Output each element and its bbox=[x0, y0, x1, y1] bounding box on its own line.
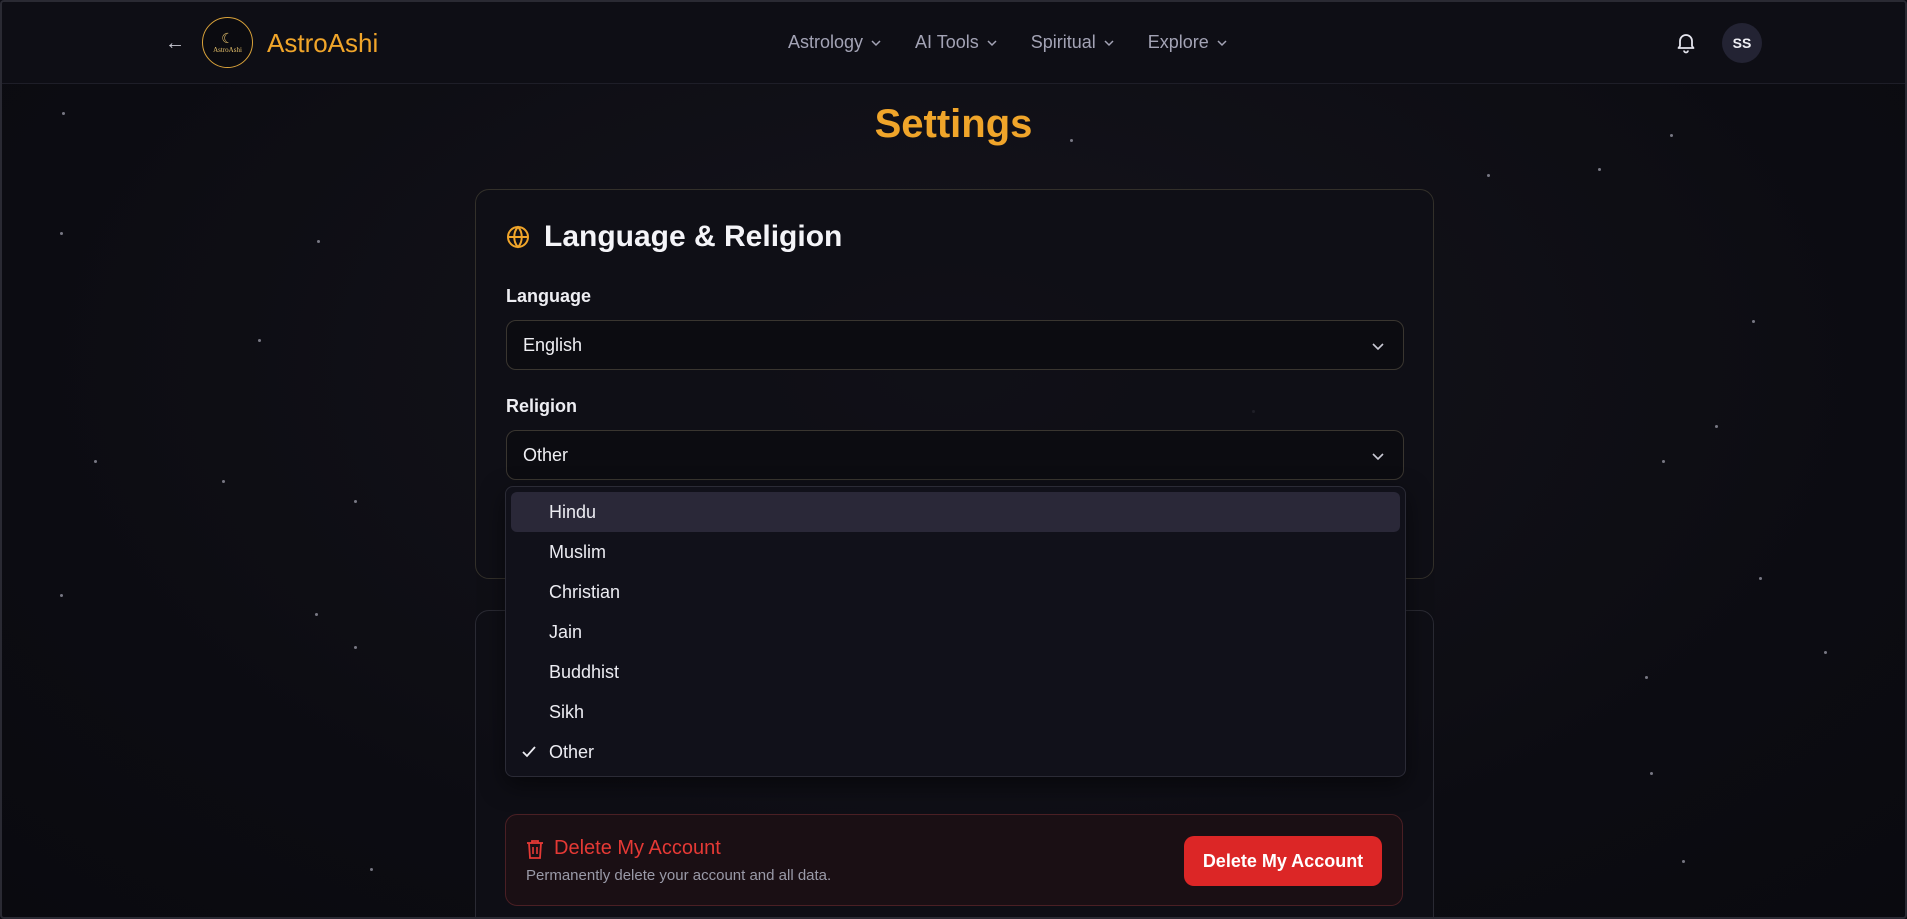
card-title-text: Language & Religion bbox=[544, 220, 843, 253]
religion-option-hindu[interactable]: Hindu bbox=[511, 492, 1400, 532]
nav-label: Spiritual bbox=[1030, 32, 1096, 52]
religion-option-jain[interactable]: Jain bbox=[511, 612, 1400, 652]
religion-select[interactable]: Other bbox=[506, 430, 1404, 480]
option-label: Muslim bbox=[549, 541, 606, 562]
trash-icon bbox=[527, 839, 543, 859]
page-title: Settings bbox=[874, 102, 1033, 146]
danger-title: Delete My Account bbox=[526, 837, 721, 860]
chevron-down-icon bbox=[1372, 453, 1384, 461]
nav-label: Explore bbox=[1147, 32, 1209, 52]
chevron-down-icon bbox=[987, 39, 997, 46]
danger-description: Permanently delete your account and all … bbox=[526, 867, 832, 884]
delete-account-section: Delete My Account Permanently delete you… bbox=[505, 814, 1403, 906]
moon-icon: ☾ bbox=[221, 29, 234, 46]
religion-option-christian[interactable]: Christian bbox=[511, 572, 1400, 612]
app-window: ← ☾ AstroAshi AstroAshi Astrology AI Too… bbox=[0, 0, 1907, 919]
option-label: Sikh bbox=[549, 701, 585, 722]
option-label: Other bbox=[549, 741, 595, 762]
delete-account-button[interactable]: Delete My Account bbox=[1184, 836, 1382, 886]
notification-bell-icon[interactable] bbox=[1674, 30, 1698, 54]
religion-label: Religion bbox=[506, 396, 577, 416]
globe-icon bbox=[507, 225, 529, 249]
nav-spiritual[interactable]: Spiritual bbox=[1031, 32, 1114, 53]
religion-option-sikh[interactable]: Sikh bbox=[511, 692, 1400, 732]
brand-name[interactable]: AstroAshi bbox=[267, 28, 378, 59]
logo-text: AstroAshi bbox=[213, 45, 242, 54]
top-navbar: ← ☾ AstroAshi AstroAshi Astrology AI Too… bbox=[2, 2, 1905, 84]
religion-option-muslim[interactable]: Muslim bbox=[511, 532, 1400, 572]
language-value: English bbox=[523, 334, 583, 355]
religion-value: Other bbox=[523, 444, 569, 465]
chevron-down-icon bbox=[871, 39, 881, 46]
nav-explore[interactable]: Explore bbox=[1148, 32, 1227, 53]
nav-label: Astrology bbox=[788, 32, 864, 52]
brand-logo[interactable]: ☾ AstroAshi bbox=[202, 17, 253, 68]
religion-option-buddhist[interactable]: Buddhist bbox=[511, 652, 1400, 692]
nav-astrology[interactable]: Astrology bbox=[788, 32, 881, 53]
option-label: Jain bbox=[549, 621, 583, 642]
danger-title-text: Delete My Account bbox=[554, 837, 721, 859]
religion-option-other[interactable]: Other bbox=[511, 732, 1400, 772]
user-avatar[interactable]: SS bbox=[1722, 23, 1762, 63]
language-select[interactable]: English bbox=[506, 320, 1404, 370]
chevron-down-icon bbox=[1217, 39, 1227, 46]
checkmark-icon bbox=[522, 746, 536, 758]
option-label: Buddhist bbox=[549, 661, 620, 682]
chevron-down-icon bbox=[1372, 343, 1384, 351]
chevron-down-icon bbox=[1104, 39, 1114, 46]
back-arrow-icon[interactable]: ← bbox=[162, 30, 188, 56]
language-label: Language bbox=[506, 286, 592, 306]
option-label: Hindu bbox=[549, 501, 597, 522]
option-label: Christian bbox=[549, 581, 621, 602]
card-title: Language & Religion bbox=[506, 220, 842, 254]
nav-ai-tools[interactable]: AI Tools bbox=[915, 32, 997, 53]
nav-label: AI Tools bbox=[915, 32, 979, 52]
main-nav: Astrology AI Tools Spiritual Explore bbox=[788, 32, 1261, 53]
religion-dropdown-menu: Hindu Muslim Christian Jain Buddhist Sik… bbox=[505, 486, 1406, 777]
